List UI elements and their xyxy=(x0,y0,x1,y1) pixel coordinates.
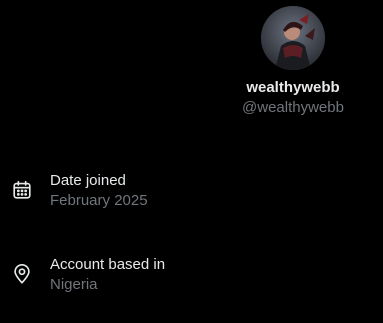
date-joined-row: Date joined February 2025 xyxy=(0,171,383,215)
account-location-value: Nigeria xyxy=(50,276,98,293)
location-pin-icon xyxy=(11,263,33,285)
calendar-icon xyxy=(11,179,33,201)
account-location-label: Account based in xyxy=(50,256,166,273)
date-joined-label: Date joined xyxy=(50,172,126,189)
about-account-panel: wealthywebb @wealthywebb Date joined Feb… xyxy=(0,0,383,323)
date-joined-value: February 2025 xyxy=(50,192,148,209)
account-location-row: Account based in Nigeria xyxy=(0,255,383,299)
username-handle: @wealthywebb xyxy=(242,99,344,116)
display-name: wealthywebb xyxy=(246,79,340,96)
avatar-image xyxy=(261,6,325,70)
avatar[interactable] xyxy=(261,6,325,70)
